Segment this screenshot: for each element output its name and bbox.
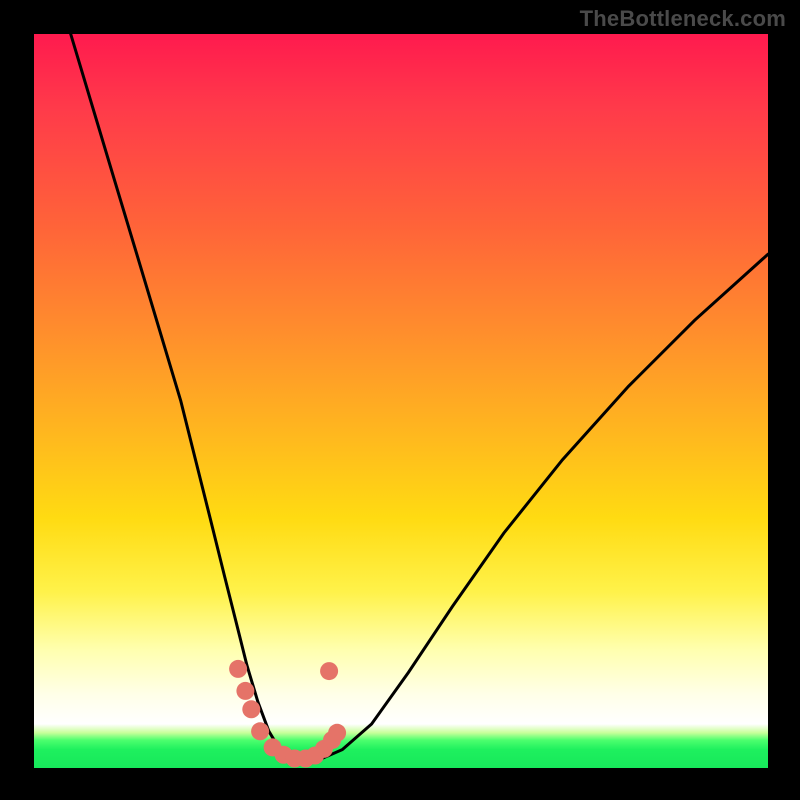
bottleneck-curve bbox=[71, 34, 768, 761]
curve-marker bbox=[236, 682, 254, 700]
curve-marker bbox=[229, 660, 247, 678]
watermark-text: TheBottleneck.com bbox=[580, 6, 786, 32]
curve-marker bbox=[242, 700, 260, 718]
curve-marker bbox=[320, 662, 338, 680]
plot-area bbox=[34, 34, 768, 768]
curve-marker bbox=[251, 722, 269, 740]
chart-frame: TheBottleneck.com bbox=[0, 0, 800, 800]
curve-layer bbox=[34, 34, 768, 768]
marker-group bbox=[229, 660, 346, 768]
curve-marker bbox=[328, 724, 346, 742]
